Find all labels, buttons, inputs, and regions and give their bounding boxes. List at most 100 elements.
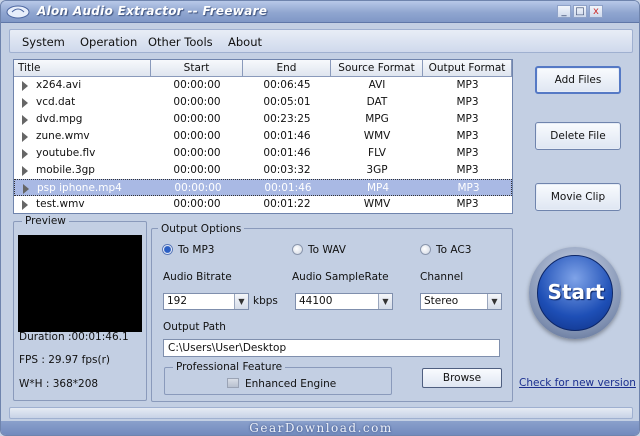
chevron-down-icon[interactable]: ▼ [378, 294, 392, 309]
cell-title: zune.wmv [36, 130, 90, 142]
movie-clip-button[interactable]: Movie Clip [535, 183, 621, 211]
cell-start: 00:00:00 [173, 113, 221, 125]
radio-to-mp3[interactable]: To MP3 [162, 244, 214, 256]
menu-operation[interactable]: Operation [80, 35, 137, 49]
cell-output: MP3 [456, 198, 479, 210]
preview-group: Preview Duration :00:01:46.1 FPS : 29.97… [13, 215, 147, 401]
check-new-version-link[interactable]: Check for new version [519, 377, 636, 389]
cell-start: 00:00:00 [173, 130, 221, 142]
audio-bitrate-select[interactable]: 192 ▼ [163, 293, 249, 310]
output-path-input[interactable] [163, 339, 500, 357]
preview-screen [18, 235, 142, 332]
menu-about[interactable]: About [228, 35, 262, 49]
chevron-down-icon[interactable]: ▼ [487, 294, 501, 309]
cell-output: MP3 [456, 164, 479, 176]
cell-source: MP4 [366, 182, 390, 194]
menu-bar: System Operation Other Tools About [9, 29, 633, 53]
close-button[interactable]: x [589, 5, 603, 18]
cell-output: MP3 [456, 79, 479, 91]
cell-source: 3GP [366, 164, 388, 176]
cell-end: 00:01:46 [263, 130, 311, 142]
table-row[interactable]: mobile.3gp 00:00:00 00:03:32 3GP MP3 [14, 162, 512, 179]
radio-to-wav[interactable]: To WAV [292, 244, 346, 256]
channel-select[interactable]: Stereo ▼ [420, 293, 502, 310]
start-button-face: Start [537, 255, 613, 331]
channel-label: Channel [420, 271, 464, 283]
column-end[interactable]: End [243, 60, 331, 77]
table-row[interactable]: vcd.dat 00:00:00 00:05:01 DAT MP3 [14, 94, 512, 111]
minimize-button[interactable]: _ [557, 5, 571, 18]
play-arrow-icon [22, 149, 28, 159]
cell-end: 00:01:22 [263, 198, 311, 210]
cell-source: AVI [368, 79, 386, 91]
preview-duration: Duration :00:01:46.1 [19, 331, 129, 343]
column-start[interactable]: Start [151, 60, 243, 77]
cell-title: mobile.3gp [36, 164, 95, 176]
cell-source: WMV [363, 198, 391, 210]
cell-start: 00:00:00 [173, 79, 221, 91]
table-row[interactable]: youtube.flv 00:00:00 00:01:46 FLV MP3 [14, 145, 512, 162]
radio-selected-icon [162, 244, 173, 255]
cell-start: 00:00:00 [173, 198, 221, 210]
cell-title: test.wmv [36, 198, 85, 210]
play-arrow-icon [22, 98, 28, 108]
app-window: Alon Audio Extractor -- Freeware _ □ x S… [0, 0, 640, 436]
column-title[interactable]: Title [14, 60, 151, 77]
file-list[interactable]: Title Start End Source Format Output For… [13, 59, 513, 214]
play-arrow-icon [22, 166, 28, 176]
cell-title: youtube.flv [36, 147, 96, 159]
audio-samplerate-label: Audio SampleRate [292, 271, 389, 283]
browse-button[interactable]: Browse [422, 368, 502, 388]
cell-start: 00:00:00 [173, 147, 221, 159]
cell-output: MP3 [456, 147, 479, 159]
cell-source: DAT [366, 96, 388, 108]
play-arrow-icon [22, 132, 28, 142]
maximize-button[interactable]: □ [573, 5, 587, 18]
preview-dimensions: W*H : 368*208 [19, 378, 99, 390]
cell-output: MP3 [456, 96, 479, 108]
preview-fps: FPS : 29.97 fps(r) [19, 354, 110, 366]
enhanced-engine-checkbox[interactable]: Enhanced Engine [227, 378, 336, 390]
table-row[interactable]: zune.wmv 00:00:00 00:01:46 WMV MP3 [14, 128, 512, 145]
output-options-group: Output Options To MP3 To WAV To AC3 Audi… [151, 223, 513, 402]
add-files-button[interactable]: Add Files [535, 66, 621, 94]
start-label: Start [547, 280, 605, 304]
cell-source: FLV [368, 147, 386, 159]
title-bar[interactable]: Alon Audio Extractor -- Freeware _ □ x [1, 1, 639, 23]
play-arrow-icon [22, 115, 28, 125]
cell-title: psp iphone.mp4 [37, 182, 122, 194]
menu-other-tools[interactable]: Other Tools [148, 35, 213, 49]
audio-bitrate-label: Audio Bitrate [163, 271, 232, 283]
audio-samplerate-select[interactable]: 44100 ▼ [295, 293, 393, 310]
chevron-down-icon[interactable]: ▼ [234, 294, 248, 309]
table-row[interactable]: psp iphone.mp4 00:00:00 00:01:46 MP4 MP3 [14, 179, 512, 196]
cell-source: MPG [365, 113, 389, 125]
play-arrow-icon [22, 81, 28, 91]
cell-start: 00:00:00 [173, 96, 221, 108]
radio-unselected-icon [292, 244, 303, 255]
play-arrow-icon [22, 200, 28, 210]
radio-to-ac3[interactable]: To AC3 [420, 244, 471, 256]
start-button[interactable]: Start [529, 247, 621, 339]
cell-title: dvd.mpg [36, 113, 83, 125]
status-bar [9, 407, 633, 419]
professional-feature-label: Professional Feature [173, 361, 286, 373]
play-arrow-icon [23, 184, 29, 194]
cell-output: MP3 [457, 182, 480, 194]
column-source-format[interactable]: Source Format [331, 60, 423, 77]
checkbox-icon [227, 378, 239, 388]
delete-file-button[interactable]: Delete File [535, 122, 621, 150]
table-row[interactable]: test.wmv 00:00:00 00:01:22 WMV MP3 [14, 196, 512, 213]
cell-end: 00:23:25 [263, 113, 311, 125]
table-row[interactable]: dvd.mpg 00:00:00 00:23:25 MPG MP3 [14, 111, 512, 128]
cell-output: MP3 [456, 130, 479, 142]
bitrate-unit-label: kbps [253, 295, 278, 307]
cell-start: 00:00:00 [173, 164, 221, 176]
cell-start: 00:00:00 [174, 182, 222, 194]
cell-end: 00:06:45 [263, 79, 311, 91]
table-row[interactable]: x264.avi 00:00:00 00:06:45 AVI MP3 [14, 77, 512, 94]
column-output-format[interactable]: Output Format [423, 60, 512, 77]
cell-title: vcd.dat [36, 96, 76, 108]
menu-system[interactable]: System [22, 35, 65, 49]
app-logo-icon [6, 5, 30, 19]
